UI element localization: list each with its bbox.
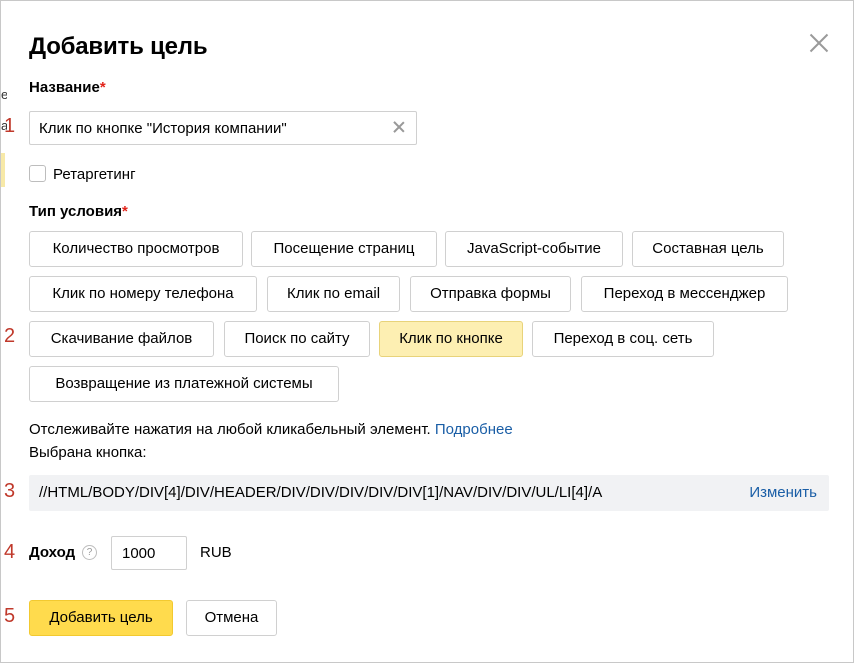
xpath-value: //HTML/BODY/DIV[4]/DIV/HEADER/DIV/DIV/DI… <box>39 484 603 501</box>
condition-type-label: Тип условия* <box>29 203 128 220</box>
condition-composite-button[interactable]: Составная цель <box>632 231 784 267</box>
condition-page-visit-button[interactable]: Посещение страниц <box>251 231 437 267</box>
clear-input-icon[interactable] <box>391 119 407 135</box>
condition-social-button[interactable]: Переход в соц. сеть <box>532 321 714 357</box>
change-link[interactable]: Изменить <box>749 484 817 501</box>
annotation-number: 2 <box>4 325 16 347</box>
dialog-title: Добавить цель <box>29 33 208 60</box>
income-input[interactable] <box>111 536 187 570</box>
outer-page-highlight <box>1 153 5 187</box>
annotation-number: 5 <box>4 605 16 627</box>
condition-email-click-button[interactable]: Клик по email <box>267 276 400 312</box>
goal-name-input[interactable] <box>29 111 417 145</box>
annotation-number: 1 <box>4 115 16 137</box>
xpath-box: //HTML/BODY/DIV[4]/DIV/HEADER/DIV/DIV/DI… <box>29 475 829 511</box>
hint-text: Отслеживайте нажатия на любой кликабельн… <box>29 421 513 438</box>
condition-messenger-button[interactable]: Переход в мессенджер <box>581 276 788 312</box>
add-goal-dialog: Добавить цель Название* Ретаргетинг Тип … <box>7 7 849 658</box>
help-icon[interactable]: ? <box>82 545 97 560</box>
add-goal-button[interactable]: Добавить цель <box>29 600 173 636</box>
condition-payment-return-button[interactable]: Возвращение из платежной системы <box>29 366 339 402</box>
currency-label: RUB <box>200 544 232 561</box>
income-label: Доход <box>29 544 76 561</box>
cancel-button[interactable]: Отмена <box>186 600 277 636</box>
close-icon[interactable] <box>807 31 831 55</box>
condition-views-button[interactable]: Количество просмотров <box>29 231 243 267</box>
more-info-link[interactable]: Подробнее <box>435 421 513 438</box>
selected-button-label: Выбрана кнопка: <box>29 444 147 461</box>
retargeting-label[interactable]: Ретаргетинг <box>53 166 136 183</box>
annotation-number: 3 <box>4 480 16 502</box>
condition-button-click-button[interactable]: Клик по кнопке <box>379 321 523 357</box>
condition-site-search-button[interactable]: Поиск по сайту <box>224 321 370 357</box>
condition-form-submit-button[interactable]: Отправка формы <box>410 276 571 312</box>
screenshot-frame: е а Добавить цель Название* Ретаргетинг … <box>0 0 854 663</box>
condition-js-event-button[interactable]: JavaScript-событие <box>445 231 623 267</box>
condition-download-button[interactable]: Скачивание файлов <box>29 321 214 357</box>
retargeting-checkbox[interactable] <box>29 165 46 182</box>
condition-phone-click-button[interactable]: Клик по номеру телефона <box>29 276 257 312</box>
name-label: Название* <box>29 79 106 96</box>
annotation-number: 4 <box>4 541 16 563</box>
